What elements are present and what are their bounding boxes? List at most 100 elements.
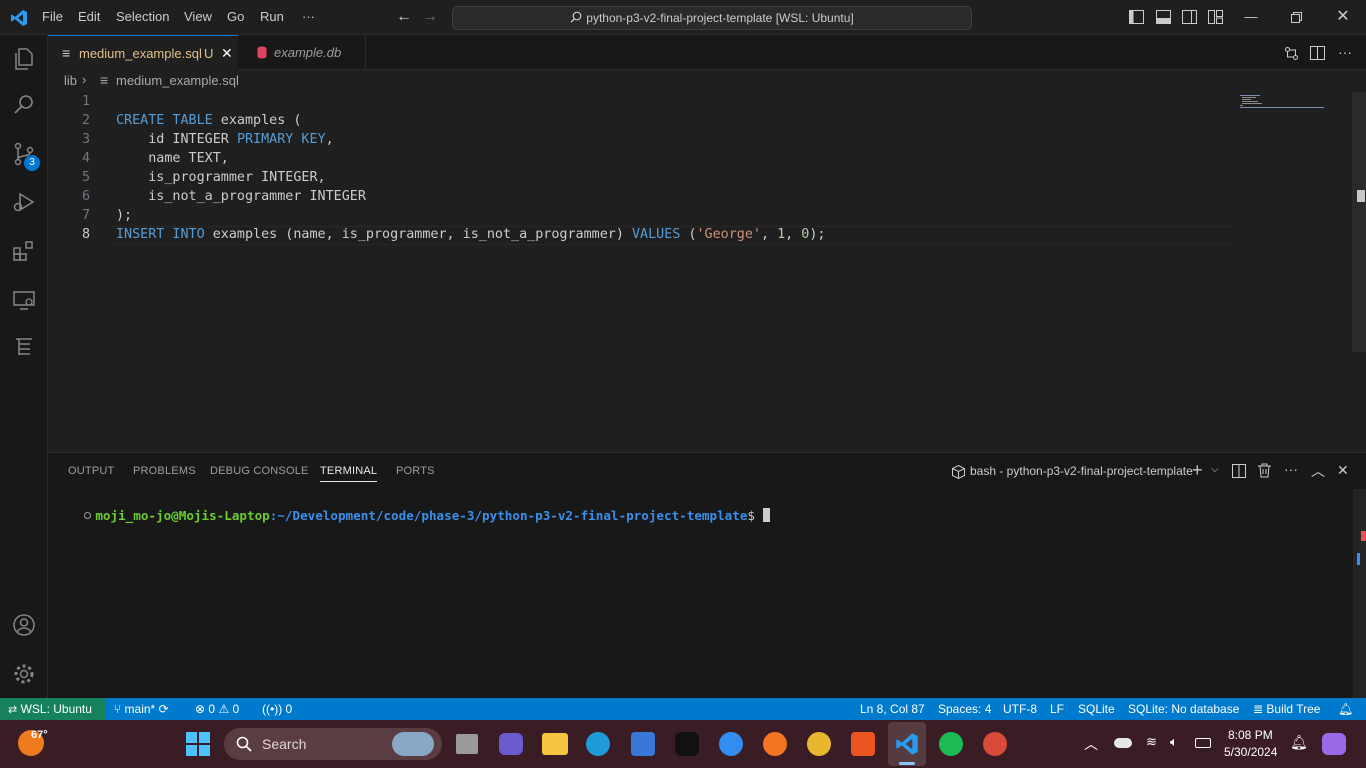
windows-start-icon[interactable]: [186, 732, 210, 756]
code-editor[interactable]: 1 2 CREATE TABLE examples (3 id INTEGER PR…: [48, 92, 1366, 452]
file-explorer-icon[interactable]: [542, 733, 568, 755]
notification-center-bell-icon[interactable]: 🔔︎: [1290, 734, 1308, 751]
taskbar-search-box[interactable]: Search: [224, 728, 442, 760]
ports-count: 0: [285, 702, 293, 716]
notifications-bell-icon[interactable]: 🔔︎: [1338, 698, 1353, 720]
code-text: name TEXT,: [116, 149, 229, 168]
build-tree[interactable]: ≣ Build Tree: [1253, 698, 1320, 720]
chrome-icon[interactable]: [807, 732, 831, 756]
tab-medium-example-sql[interactable]: ≡ medium_example.sql U ✕: [48, 35, 238, 70]
end-of-line[interactable]: LF: [1050, 698, 1064, 720]
split-terminal-icon[interactable]: [1232, 464, 1246, 478]
close-window-icon[interactable]: ✕: [1335, 9, 1351, 25]
code-token: ,: [325, 132, 334, 147]
panel-tab-terminal[interactable]: TERMINAL: [320, 465, 378, 482]
settings-gear-icon[interactable]: [12, 662, 36, 686]
run-debug-icon[interactable]: [12, 190, 36, 214]
menu-go[interactable]: Go: [227, 9, 244, 24]
more-actions-icon[interactable]: ···: [1338, 44, 1352, 60]
get-help-icon[interactable]: [719, 732, 743, 756]
menu-more[interactable]: ···: [302, 9, 315, 24]
code-line[interactable]: 1: [48, 92, 1238, 111]
code-line[interactable]: 5 is_programmer INTEGER,: [48, 168, 1238, 187]
code-line[interactable]: 7);: [48, 206, 1238, 225]
show-hidden-icons-chevron[interactable]: ︿: [1084, 734, 1098, 754]
indentation[interactable]: Spaces: 4: [938, 698, 991, 720]
close-panel-icon[interactable]: ✕: [1337, 462, 1349, 479]
search-sidebar-icon[interactable]: [12, 93, 36, 117]
menu-selection[interactable]: Selection: [116, 9, 169, 24]
panel-tab-output[interactable]: OUTPUT: [68, 465, 114, 477]
chrome-profile-icon[interactable]: [983, 732, 1007, 756]
tab-example-db[interactable]: example.db: [239, 35, 366, 70]
clock-time[interactable]: 8:08 PM: [1228, 728, 1273, 742]
breadcrumb-folder[interactable]: lib: [64, 73, 77, 88]
title-bar: File Edit Selection View Go Run ··· ← → …: [0, 0, 1366, 35]
remote-indicator[interactable]: ⇄ WSL: Ubuntu: [0, 698, 105, 720]
menu-view[interactable]: View: [184, 9, 212, 24]
vscode-taskbar-icon[interactable]: [895, 732, 919, 756]
spotify-icon[interactable]: [939, 732, 963, 756]
menu-run[interactable]: Run: [260, 9, 284, 24]
tab-close-icon[interactable]: ✕: [221, 36, 233, 71]
microsoft-store-icon[interactable]: [631, 732, 655, 756]
toggle-secondary-sidebar-icon[interactable]: [1182, 10, 1197, 24]
cursor-position[interactable]: Ln 8, Col 87: [860, 698, 925, 720]
teams-meet-icon[interactable]: [499, 733, 523, 755]
code-line[interactable]: 6 is_not_a_programmer INTEGER: [48, 187, 1238, 206]
ubuntu-icon[interactable]: [851, 732, 875, 756]
extensions-icon[interactable]: [12, 239, 36, 263]
restore-icon[interactable]: [1291, 12, 1302, 23]
encoding[interactable]: UTF-8: [1003, 698, 1037, 720]
edge-browser-icon[interactable]: [586, 732, 610, 756]
panel-tab-problems[interactable]: PROBLEMS: [133, 465, 196, 477]
accounts-icon[interactable]: [12, 613, 36, 637]
terminal-prompt-line[interactable]: moji_mo-jo@Mojis-Laptop:~/Development/co…: [54, 493, 770, 538]
menu-edit[interactable]: Edit: [78, 9, 100, 24]
breadcrumb-file[interactable]: medium_example.sql: [116, 73, 239, 88]
split-editor-icon[interactable]: [1310, 46, 1325, 60]
remote-explorer-icon[interactable]: [12, 288, 36, 312]
terminal-name[interactable]: bash - python-p3-v2-final-project-templa…: [970, 464, 1193, 478]
code-line[interactable]: 3 id INTEGER PRIMARY KEY,: [48, 130, 1238, 149]
toggle-panel-icon[interactable]: [1156, 10, 1171, 24]
clock-date[interactable]: 5/30/2024: [1224, 745, 1277, 759]
toggle-primary-sidebar-icon[interactable]: [1129, 10, 1144, 24]
explorer-icon[interactable]: [12, 47, 36, 71]
chevron-down-icon[interactable]: ⌵: [1211, 464, 1219, 475]
new-terminal-icon[interactable]: +: [1192, 460, 1203, 481]
timeline-tree-icon[interactable]: [12, 335, 36, 359]
sqlite-database[interactable]: SQLite: No database: [1128, 698, 1239, 720]
panel-tab-debug-console[interactable]: DEBUG CONSOLE: [210, 465, 309, 477]
minimize-icon[interactable]: —: [1243, 9, 1259, 25]
wifi-icon[interactable]: ≋: [1146, 734, 1157, 750]
tiktok-icon[interactable]: [675, 732, 699, 756]
back-arrow-icon[interactable]: ←: [396, 9, 412, 25]
ports-indicator[interactable]: ((•)) 0: [262, 698, 292, 720]
panel-tab-ports[interactable]: PORTS: [396, 465, 435, 477]
battery-icon[interactable]: [1195, 738, 1211, 748]
kill-terminal-trash-icon[interactable]: [1258, 463, 1271, 478]
onedrive-cloud-icon[interactable]: [1114, 738, 1132, 748]
editor-scrollbar[interactable]: [1352, 92, 1366, 352]
forward-arrow-icon[interactable]: →: [422, 9, 438, 25]
terminal-scrollbar[interactable]: [1353, 489, 1366, 699]
copilot-icon[interactable]: [1322, 733, 1346, 755]
panel-more-actions-icon[interactable]: ···: [1284, 461, 1298, 477]
open-changes-icon[interactable]: [1284, 46, 1299, 61]
code-line[interactable]: 4 name TEXT,: [48, 149, 1238, 168]
git-branch[interactable]: ⑂ main* ⟳: [114, 698, 169, 720]
task-view-icon[interactable]: [456, 734, 478, 754]
command-center-search[interactable]: python-p3-v2-final-project-template [WSL…: [452, 6, 972, 30]
minimap[interactable]: [1238, 92, 1338, 112]
crunchyroll-icon[interactable]: [763, 732, 787, 756]
code-line[interactable]: 2 CREATE TABLE examples (: [48, 111, 1238, 130]
problems-indicator[interactable]: ⊗ 0 ⚠ 0: [195, 698, 239, 720]
volume-icon[interactable]: 🔈︎: [1170, 734, 1178, 750]
breadcrumb: lib › ≡ medium_example.sql: [48, 70, 1366, 92]
menu-file[interactable]: File: [42, 9, 63, 24]
customize-layout-icon[interactable]: [1208, 10, 1223, 24]
maximize-panel-icon[interactable]: ︿: [1311, 461, 1325, 481]
language-mode[interactable]: SQLite: [1078, 698, 1115, 720]
code-line[interactable]: 8 INSERT INTO examples (name, is_programm…: [48, 225, 1238, 244]
